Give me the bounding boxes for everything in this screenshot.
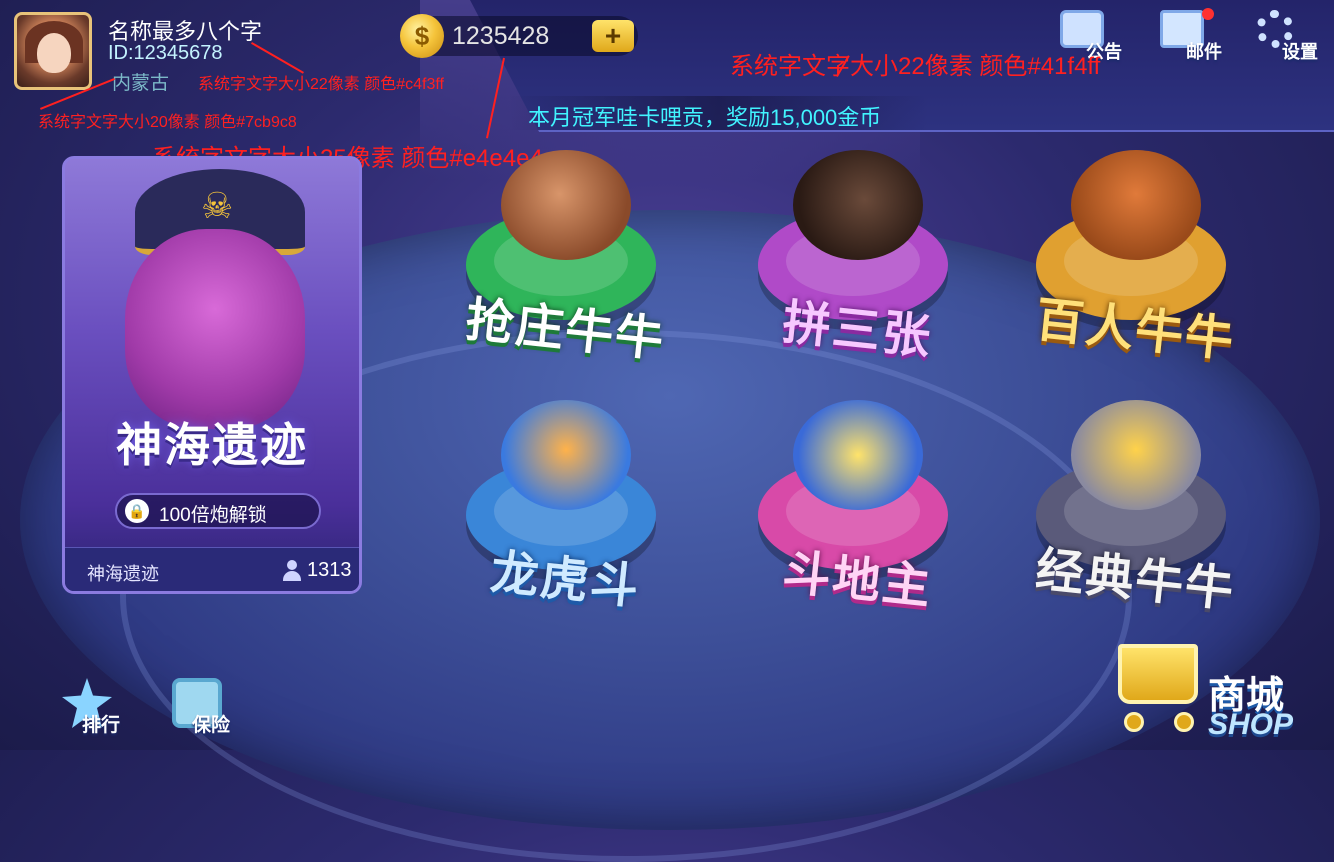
mail-label: 邮件 <box>1186 42 1222 62</box>
annotation-id-style: 系统字文字大小22像素 颜色#c4f3ff <box>198 76 444 93</box>
card-footer: 神海遗迹 1313 <box>65 547 359 591</box>
lock-icon: 🔒 <box>125 499 149 523</box>
skull-icon: ☠ <box>201 185 234 226</box>
game-label: 抢庄牛牛 <box>463 293 668 368</box>
trophy-icon <box>1071 400 1201 510</box>
annotation-pointer <box>251 42 304 74</box>
annotation-marquee-style: 系统字文字大小22像素 颜色#41f4ff <box>730 53 1101 80</box>
game-label: 斗地主 <box>780 546 935 615</box>
game-label: 经典牛牛 <box>1033 543 1238 618</box>
dragon-tiger-icon <box>501 400 631 510</box>
player-count-icon <box>283 560 301 582</box>
unlock-requirement: 🔒 100倍炮解锁 <box>115 493 321 529</box>
coin-balance: $ 1235428 + <box>400 14 638 58</box>
game-longhudou[interactable]: 龙虎斗 <box>446 400 686 620</box>
feature-game-card[interactable]: ☠ 神海遗迹 🔒 100倍炮解锁 神海遗迹 1313 <box>62 156 362 594</box>
mail-button[interactable]: 邮件 <box>1156 8 1224 62</box>
treasure-chest-icon <box>793 400 923 510</box>
settings-label: 设置 <box>1282 42 1318 62</box>
octopus-art <box>125 229 305 429</box>
feature-title: 神海遗迹 <box>116 419 308 471</box>
card-footer-name: 神海遗迹 <box>87 564 159 584</box>
player-count: 1313 <box>307 559 352 581</box>
bomb-icon <box>793 150 923 260</box>
bull-icon <box>501 150 631 260</box>
add-coins-button[interactable]: + <box>592 20 634 52</box>
user-id: ID:12345678 <box>108 42 223 64</box>
shop-label-en: SHOP <box>1208 708 1294 741</box>
settings-button[interactable]: 设置 <box>1252 10 1320 62</box>
announcement-marquee: 本月冠军哇卡哩贡，奖励15,000金币 <box>508 96 928 130</box>
annotation-location-style: 系统字文字大小20像素 颜色#7cb9c8 <box>38 114 297 131</box>
cowboy-hat-icon <box>1071 150 1201 260</box>
game-label: 拼三张 <box>780 296 935 365</box>
safe-button[interactable]: 保险 <box>166 678 246 744</box>
unlock-text: 100倍炮解锁 <box>159 505 267 526</box>
game-label: 百人牛牛 <box>1033 293 1238 368</box>
rank-label: 排行 <box>82 715 121 736</box>
avatar[interactable] <box>14 12 92 90</box>
game-bairen-niuniu[interactable]: 百人牛牛 <box>1016 150 1256 370</box>
shop-button[interactable]: 商城 SHOP <box>1104 620 1334 750</box>
game-doudizhu[interactable]: 斗地主 <box>738 400 978 620</box>
avatar-face <box>37 33 71 73</box>
safe-label: 保险 <box>192 715 231 736</box>
shopping-cart-icon <box>1104 624 1214 734</box>
coin-icon: $ <box>400 14 444 58</box>
user-location: 内蒙古 <box>112 73 170 94</box>
mail-unread-dot <box>1202 8 1214 20</box>
game-pinsanzhang[interactable]: 拼三张 <box>738 150 978 370</box>
game-jingdian-niuniu[interactable]: 经典牛牛 <box>1016 400 1256 620</box>
game-label: 龙虎斗 <box>488 546 643 615</box>
game-qiangzhuang-niuniu[interactable]: 抢庄牛牛 <box>446 150 686 370</box>
marquee-text: 本月冠军哇卡哩贡，奖励15,000金币 <box>528 105 882 130</box>
rank-button[interactable]: 排行 <box>56 678 136 744</box>
coin-value: 1235428 <box>452 22 550 50</box>
